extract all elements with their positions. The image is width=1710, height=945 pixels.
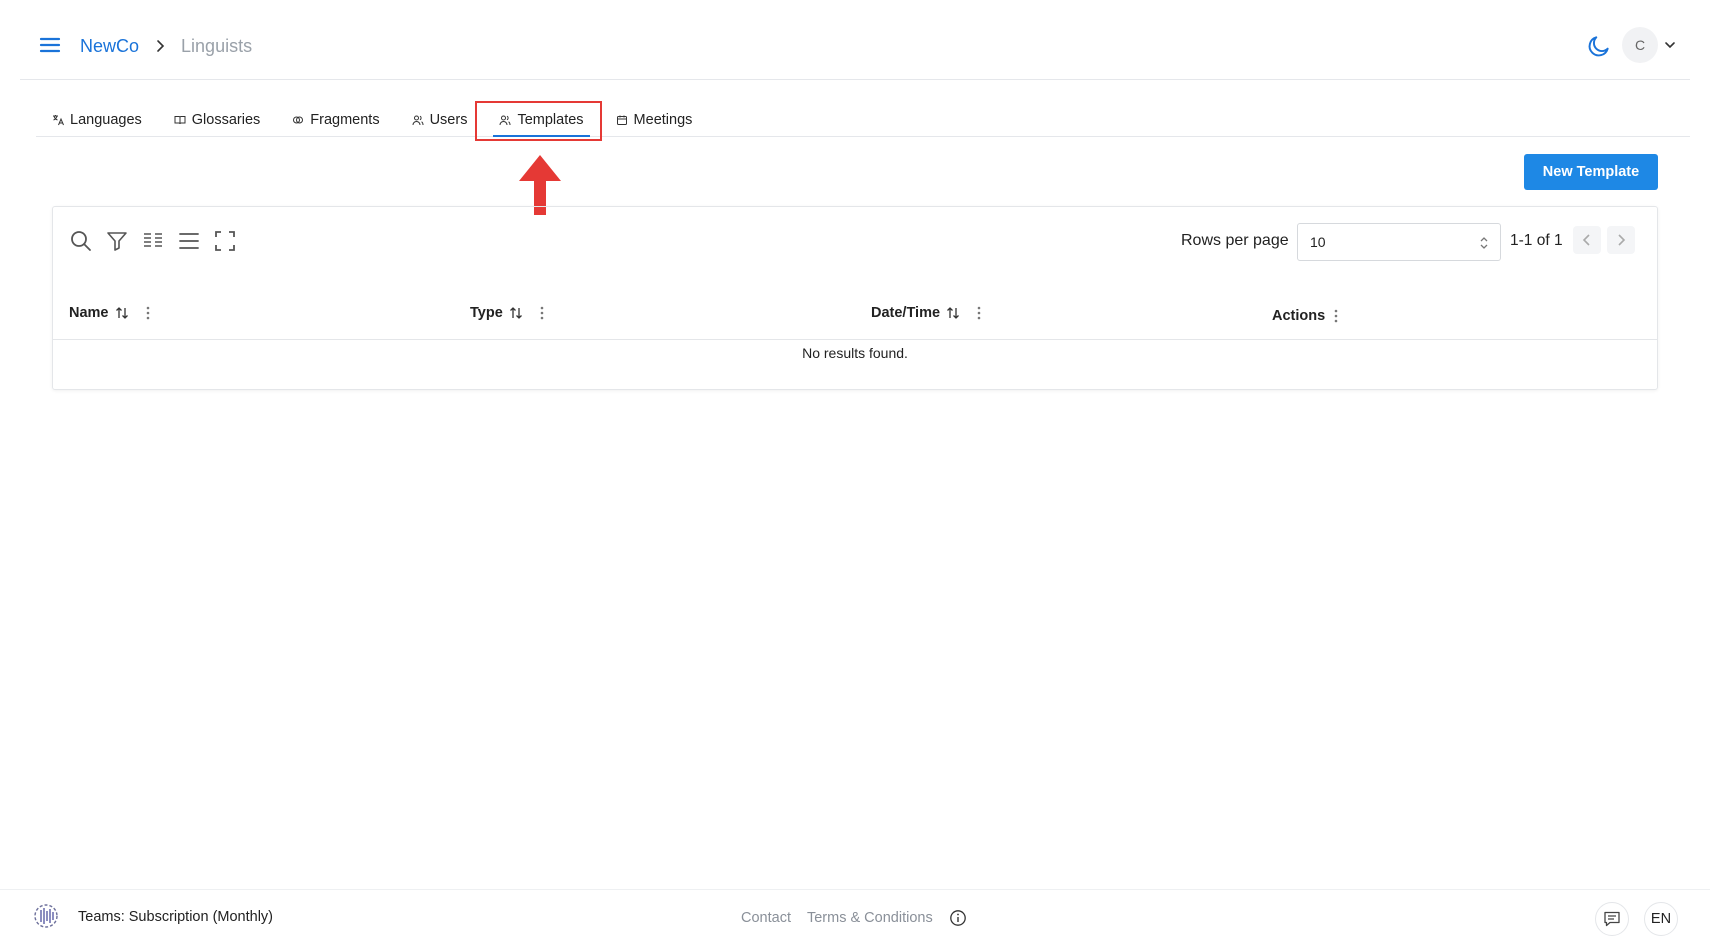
sort-icon[interactable]	[946, 306, 960, 320]
calendar-icon	[616, 115, 627, 125]
users-icon	[412, 115, 424, 125]
tab-languages[interactable]: Languages	[36, 103, 158, 136]
logo-icon	[34, 904, 58, 928]
footer-links: Contact Terms & Conditions	[741, 909, 967, 927]
rows-per-page-label: Rows per page	[1181, 232, 1289, 249]
fullscreen-icon[interactable]	[213, 229, 237, 253]
column-title: Name	[69, 305, 109, 321]
column-header-datetime: Date/Time	[871, 297, 982, 329]
fragments-icon	[293, 116, 304, 123]
column-menu-icon[interactable]	[539, 305, 545, 321]
avatar[interactable]: C	[1622, 27, 1658, 63]
tab-label: Meetings	[633, 111, 693, 128]
chat-icon	[1604, 911, 1620, 927]
column-header-type: Type	[470, 297, 545, 329]
tab-users[interactable]: Users	[396, 103, 484, 136]
book-icon	[174, 115, 186, 124]
breadcrumb-current-page: Linguists	[181, 35, 253, 56]
chat-button[interactable]	[1595, 902, 1629, 936]
templates-table: Rows per page 10 1-1 of 1 Name Type Date…	[52, 206, 1658, 390]
columns-icon[interactable]	[141, 229, 165, 253]
header-divider	[53, 339, 1657, 340]
select-updown-icon	[1480, 237, 1488, 249]
pagination-range: 1-1 of 1	[1510, 232, 1563, 249]
chevron-down-icon	[1665, 42, 1675, 49]
sort-icon[interactable]	[115, 306, 129, 320]
subscription-plan: Teams: Subscription (Monthly)	[78, 909, 274, 925]
column-menu-icon[interactable]	[976, 305, 982, 321]
users-icon	[499, 115, 511, 125]
tab-templates[interactable]: Templates	[483, 103, 599, 137]
sort-icon[interactable]	[509, 306, 523, 320]
tab-bar: Languages Glossaries Fragments Users Tem…	[36, 103, 1690, 137]
rows-per-page-select[interactable]: 10	[1297, 223, 1501, 261]
rows-per-page-value: 10	[1310, 234, 1326, 250]
search-icon[interactable]	[69, 229, 93, 253]
translate-icon	[53, 114, 64, 125]
tab-label: Fragments	[310, 111, 380, 128]
column-header-actions: Actions	[1272, 300, 1339, 332]
chevron-left-icon	[1582, 234, 1590, 246]
tab-glossaries[interactable]: Glossaries	[158, 103, 277, 136]
column-title: Date/Time	[871, 305, 941, 321]
column-title: Actions	[1272, 308, 1326, 324]
previous-page-button[interactable]	[1573, 226, 1601, 254]
contact-link[interactable]: Contact	[741, 910, 791, 926]
column-title: Type	[470, 305, 503, 321]
user-menu[interactable]: C	[1622, 27, 1676, 63]
menu-icon[interactable]	[38, 33, 62, 57]
language-button[interactable]: EN	[1644, 902, 1678, 936]
tab-fragments[interactable]: Fragments	[276, 103, 395, 136]
new-template-button[interactable]: New Template	[1524, 154, 1658, 190]
terms-link[interactable]: Terms & Conditions	[807, 910, 933, 926]
chevron-right-icon	[1618, 234, 1626, 246]
tab-label: Languages	[70, 111, 142, 128]
empty-state-text: No results found.	[802, 345, 908, 361]
column-menu-icon[interactable]	[1333, 308, 1339, 324]
next-page-button[interactable]	[1607, 226, 1635, 254]
tab-label: Users	[429, 111, 468, 128]
info-icon[interactable]	[949, 909, 967, 927]
breadcrumb: NewCo Linguists	[80, 33, 252, 59]
tab-meetings[interactable]: Meetings	[600, 103, 709, 136]
footer: Teams: Subscription (Monthly) Contact Te…	[0, 889, 1710, 945]
filter-icon[interactable]	[105, 229, 129, 253]
breadcrumb-org-link[interactable]: NewCo	[80, 36, 139, 57]
column-menu-icon[interactable]	[145, 305, 151, 321]
density-icon[interactable]	[177, 229, 201, 253]
column-header-name: Name	[69, 297, 151, 329]
dark-mode-toggle-icon[interactable]	[1586, 33, 1612, 59]
chevron-right-icon	[157, 40, 165, 52]
top-header: NewCo Linguists C	[20, 0, 1690, 80]
table-toolbar	[69, 229, 237, 253]
tab-label: Glossaries	[191, 111, 261, 128]
tab-label: Templates	[517, 111, 584, 128]
